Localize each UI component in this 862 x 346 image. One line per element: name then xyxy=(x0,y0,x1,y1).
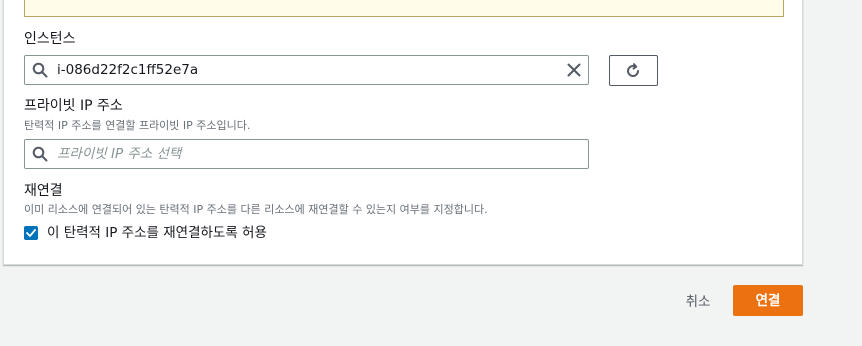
cancel-button[interactable]: 취소 xyxy=(672,286,724,316)
close-icon[interactable] xyxy=(567,63,581,77)
private-ip-description: 탄력적 IP 주소를 연결할 프라이빗 IP 주소입니다. xyxy=(24,119,251,132)
private-ip-select[interactable]: 프라이빗 IP 주소 선택 xyxy=(24,139,589,169)
instance-value: i-086d22f2c1ff52e7a xyxy=(57,62,199,78)
instance-search-input[interactable]: i-086d22f2c1ff52e7a xyxy=(24,55,589,85)
warning-alert xyxy=(24,0,784,17)
private-ip-placeholder: 프라이빗 IP 주소 선택 xyxy=(57,146,182,162)
connect-button[interactable]: 연결 xyxy=(733,285,803,316)
allow-reassociation-checkbox[interactable] xyxy=(24,226,38,240)
form-panel: 인스턴스 i-086d22f2c1ff52e7a 프라이빗 IP 주소 탄력적 … xyxy=(3,0,803,265)
refresh-icon xyxy=(627,63,640,77)
reassociation-description: 이미 리소스에 연결되어 있는 탄력적 IP 주소를 다른 리소스에 재연결할 … xyxy=(24,203,488,216)
refresh-button[interactable] xyxy=(609,55,658,86)
allow-reassociation-label[interactable]: 이 탄력적 IP 주소를 재연결하도록 허용 xyxy=(47,225,267,242)
private-ip-label: 프라이빗 IP 주소 xyxy=(24,98,123,114)
reassociation-label: 재연결 xyxy=(24,183,63,199)
instance-label: 인스턴스 xyxy=(24,31,76,47)
search-icon xyxy=(32,62,48,78)
search-icon xyxy=(32,146,48,162)
checkmark-icon xyxy=(26,229,36,237)
